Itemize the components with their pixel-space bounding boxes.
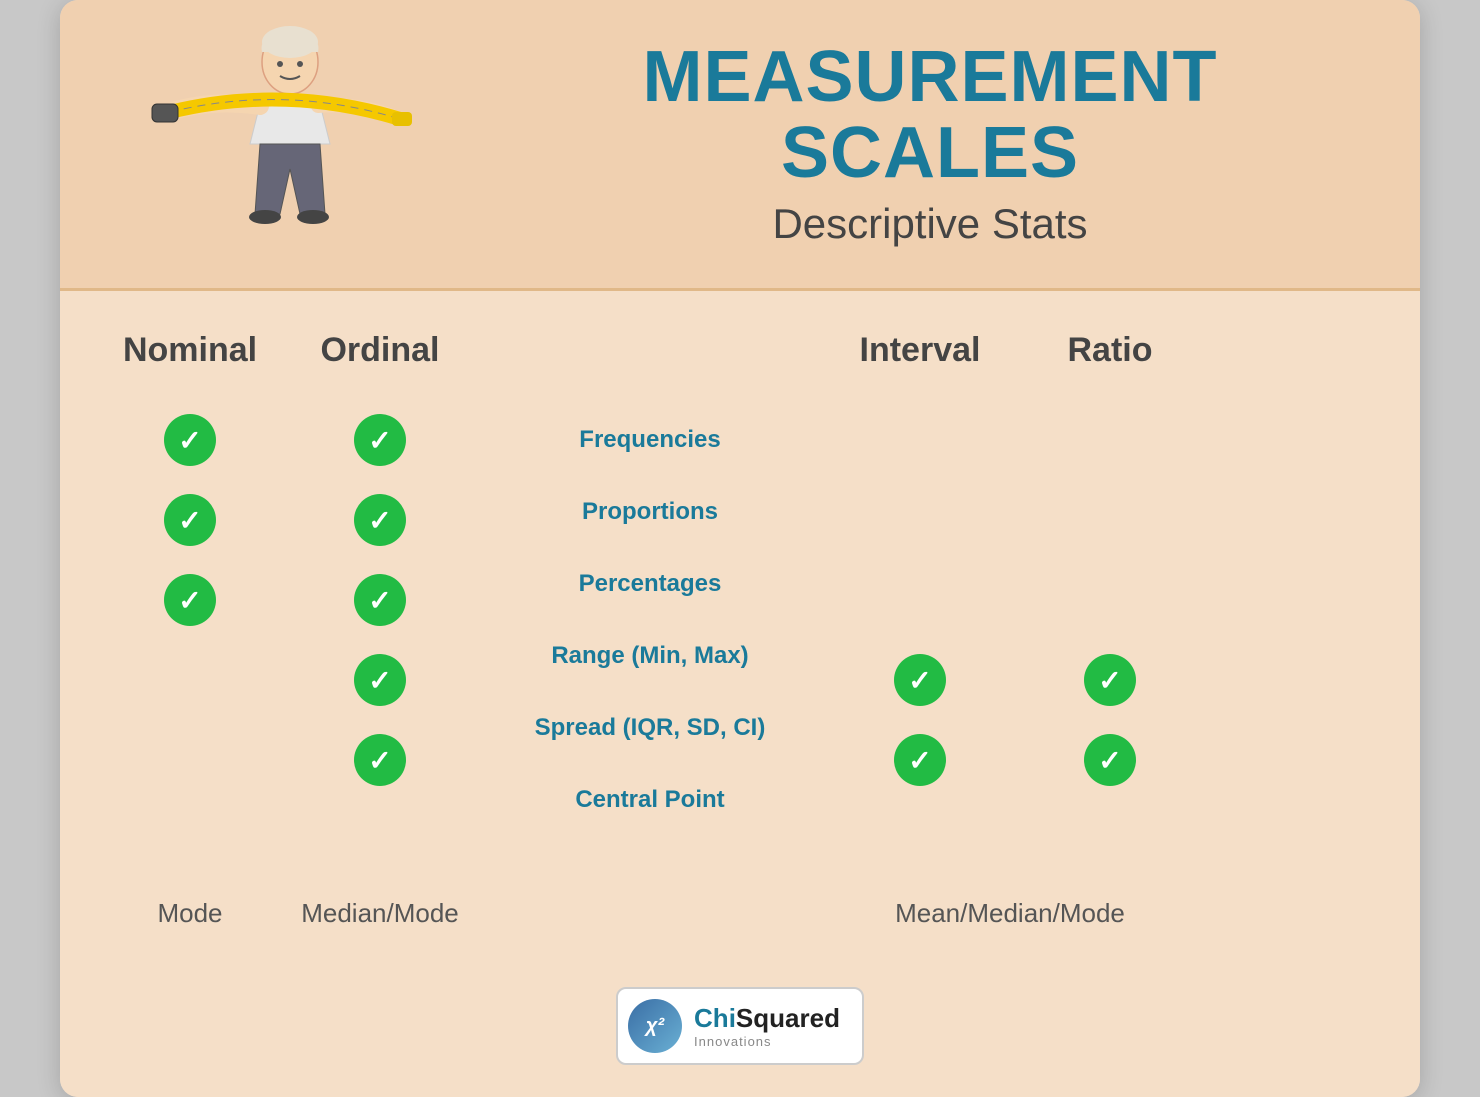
footer-ordinal: Median/Mode [301,880,459,929]
footer-nominal: Mode [157,880,222,929]
chi-squared-icon: χ² [628,999,682,1053]
main-card: MEASUREMENT SCALES Descriptive Stats Nom… [60,0,1420,1097]
header-title-block: MEASUREMENT SCALES Descriptive Stats [460,40,1360,247]
label-central-point: Central Point [575,764,724,836]
illustration-figure [120,24,460,264]
label-spread: Spread (IQR, SD, CI) [535,692,766,764]
label-frequencies: Frequencies [579,404,720,476]
check-ordinal-3: ✓ [354,574,406,626]
ordinal-checks: ✓ ✓ ✓ ✓ ✓ [354,404,406,876]
footer-branding: χ² ChiSquared Innovations [60,959,1420,1097]
brand-text: ChiSquared Innovations [694,1003,840,1049]
header-section: MEASUREMENT SCALES Descriptive Stats [60,0,1420,291]
footer-interval-ratio: Mean/Median/Mode [895,880,1125,929]
brand-squared: Squared [736,1003,840,1033]
main-content: Nominal Ordinal Center Interval Ratio ✓ … [60,291,1420,959]
brand-name: ChiSquared [694,1003,840,1034]
subtitle: Descriptive Stats [500,200,1360,248]
col-header-ordinal: Ordinal [320,331,439,394]
center-labels-column: Frequencies Proportions Percentages Rang… [535,404,766,836]
check-nominal-1: ✓ [164,414,216,466]
check-ratio-2: ✓ [1084,734,1136,786]
check-interval-1: ✓ [894,654,946,706]
interval-checks: ✓ ✓ [894,404,946,876]
check-ordinal-5: ✓ [354,734,406,786]
check-ordinal-4: ✓ [354,654,406,706]
nominal-checks: ✓ ✓ ✓ [164,404,216,876]
person-illustration [150,24,430,264]
label-proportions: Proportions [582,476,718,548]
col-header-ratio: Ratio [1068,331,1153,394]
label-percentages: Percentages [579,548,722,620]
check-ordinal-1: ✓ [354,414,406,466]
check-ratio-1: ✓ [1084,654,1136,706]
label-range: Range (Min, Max) [551,620,748,692]
check-interval-2: ✓ [894,734,946,786]
check-nominal-2: ✓ [164,494,216,546]
brand-box: χ² ChiSquared Innovations [616,987,864,1065]
main-title: MEASUREMENT SCALES [500,40,1360,191]
ratio-checks: ✓ ✓ [1084,404,1136,876]
check-ordinal-2: ✓ [354,494,406,546]
check-nominal-3: ✓ [164,574,216,626]
col-header-nominal: Nominal [123,331,257,394]
brand-sub: Innovations [694,1034,840,1049]
brand-chi: Chi [694,1003,736,1033]
col-header-interval: Interval [860,331,981,394]
